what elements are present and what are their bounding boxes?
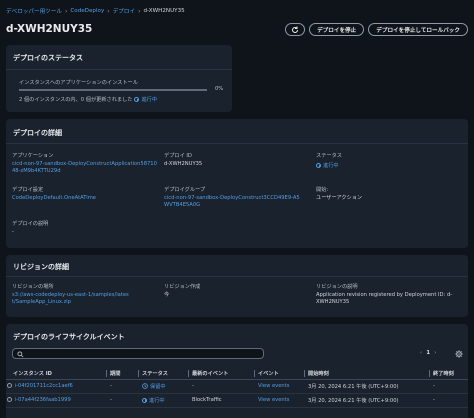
breadcrumb: デベロッパー用ツール › CodeDeploy › デプロイ › d-XWH2N… [6, 7, 185, 16]
revision-description-label: リビジョンの説明 [316, 284, 358, 290]
table-row[interactable]: i-07a44f236faab1999 - 進行中 BlockTraffic V… [6, 393, 468, 408]
panel-title: デプロイの詳細 [13, 129, 62, 137]
column-header-latest-event[interactable]: 最新のイベント [188, 368, 254, 380]
revision-location-label: リビジョンの場所 [12, 284, 54, 290]
chevron-right-icon[interactable]: › [434, 350, 436, 356]
refresh-button[interactable] [285, 23, 306, 36]
deployment-id-value: d-XWH2NUY35 [164, 161, 203, 167]
end-time-cell: - [429, 379, 468, 394]
instance-id-link[interactable]: i-04f201711c2cc1aef6 [15, 383, 73, 389]
revision-created-value: 今 [164, 292, 170, 298]
latest-event-cell: - [188, 379, 254, 394]
end-time-cell: - [429, 393, 468, 408]
breadcrumb-codedeploy[interactable]: CodeDeploy [70, 8, 104, 14]
row-select-radio[interactable] [7, 383, 12, 388]
count-text: 2 個のインスタンスの内、0 個が更新されました [19, 97, 133, 103]
deployment-status-panel: デプロイのステータス インスタンスへのアプリケーションのインストール 0% 2 … [6, 45, 232, 112]
search-icon [17, 350, 24, 357]
table-header-row: インスタンス ID 期間 ステータス 最新のイベント イベント 開始時刻 終了時… [6, 368, 468, 380]
in-progress-icon [134, 97, 140, 102]
progress-bar [19, 89, 207, 91]
in-progress-icon [142, 397, 147, 403]
deployment-group-link[interactable]: cicd-non-97-sandbox-DeployConstruct3CCD4… [164, 195, 304, 209]
column-header-events[interactable]: イベント [254, 368, 304, 380]
search-input[interactable] [12, 348, 264, 359]
refresh-icon [292, 26, 299, 33]
instance-count: 2 個のインスタンスの内、0 個が更新されました 進行中 [19, 96, 157, 103]
table-row[interactable]: i-04f201711c2cc1aef6 - 保留中 - View events… [6, 379, 468, 394]
deployment-config-link[interactable]: CodeDeployDefault.OneAtATime [12, 195, 96, 202]
header-actions: デプロイを停止 デプロイを停止してロールバック [285, 23, 468, 36]
pagination: ‹ 1 › [420, 350, 436, 356]
page-title: d-XWH2NUY35 [6, 23, 93, 35]
count-status: 進行中 [141, 97, 158, 103]
initiated-by-label: 開始: [316, 187, 329, 193]
chevron-right-icon: › [107, 7, 110, 15]
pending-clock-icon [142, 383, 148, 389]
deployment-id-label: デプロイ ID [164, 153, 192, 159]
breadcrumb-current: d-XWH2NUY35 [143, 8, 185, 14]
lifecycle-events-panel: デプロイのライフサイクルイベント ‹ 1 › インスタンス ID 期間 ステータ… [6, 324, 468, 418]
initiated-by-value: ユーザーアクション [316, 195, 363, 201]
deployment-group-label: デプロイグループ [164, 187, 206, 193]
breadcrumb-developer-tools[interactable]: デベロッパー用ツール [6, 7, 62, 15]
divider [6, 143, 468, 144]
view-events-link[interactable]: View events [258, 383, 289, 389]
status-cell: 進行中 [142, 397, 188, 404]
breadcrumb-deployments[interactable]: デプロイ [113, 7, 135, 15]
instance-id-link[interactable]: i-07a44f236faab1999 [15, 397, 71, 403]
panel-title: デプロイのステータス [13, 54, 83, 62]
deployment-description-value: - [12, 229, 14, 235]
chevron-right-icon: › [64, 7, 68, 15]
row-select-radio[interactable] [7, 397, 12, 402]
column-header-status[interactable]: ステータス [138, 368, 188, 380]
status-value: 進行中 [316, 162, 339, 169]
progress-percent: 0% [215, 86, 224, 92]
revision-created-label: リビジョン作成 [164, 284, 201, 290]
deployment-description-label: デプロイの説明 [12, 221, 49, 227]
duration-cell: - [106, 393, 138, 408]
stop-deployment-button[interactable]: デプロイを停止 [309, 23, 365, 36]
column-header-instance-id[interactable]: インスタンス ID [6, 368, 106, 380]
status-label: ステータス [316, 153, 342, 159]
stop-and-rollback-button[interactable]: デプロイを停止してロールバック [368, 23, 468, 36]
page-number[interactable]: 1 [426, 350, 430, 356]
duration-cell: - [106, 379, 138, 394]
panel-title: デプロイのライフサイクルイベント [13, 333, 125, 341]
chevron-right-icon: › [138, 7, 141, 15]
column-header-end-time[interactable]: 終了時刻 [429, 368, 468, 380]
revision-location-link[interactable]: s3://aws-codedeploy-us-east-1/samples/la… [12, 292, 132, 306]
status-text: 進行中 [323, 163, 339, 169]
divider [6, 276, 468, 277]
column-header-duration[interactable]: 期間 [106, 368, 138, 380]
latest-event-cell: BlockTraffic [188, 393, 254, 408]
start-time-cell: 3月 20, 2024 6:21 午後 (UTC+9:00) [304, 379, 429, 394]
divider [6, 69, 232, 70]
revision-description-value: Application revision registered by Deplo… [316, 292, 453, 306]
deployment-details-panel: デプロイの詳細 アプリケーション cicd-non-97-sandbox-Dep… [6, 119, 468, 248]
application-link[interactable]: cicd-non-97-sandbox-DeployConstructAppli… [12, 161, 160, 175]
view-events-link[interactable]: View events [258, 397, 289, 403]
column-header-start-time[interactable]: 開始時刻 [304, 368, 429, 380]
in-progress-icon [316, 163, 321, 168]
installing-label: インスタンスへのアプリケーションのインストール [19, 80, 138, 86]
start-time-cell: 3月 20, 2024 6:21 午後 (UTC+9:00) [304, 393, 429, 408]
deployment-config-label: デプロイ設定 [12, 187, 44, 193]
settings-gear-icon[interactable] [455, 350, 463, 358]
revision-details-panel: リビジョンの詳細 リビジョンの場所 s3://aws-codedeploy-us… [6, 255, 468, 317]
chevron-left-icon[interactable]: ‹ [420, 350, 422, 356]
panel-title: リビジョンの詳細 [13, 263, 69, 271]
status-cell: 保留中 [142, 383, 188, 390]
application-label: アプリケーション [12, 153, 54, 159]
lifecycle-events-table: インスタンス ID 期間 ステータス 最新のイベント イベント 開始時刻 終了時… [6, 368, 468, 408]
